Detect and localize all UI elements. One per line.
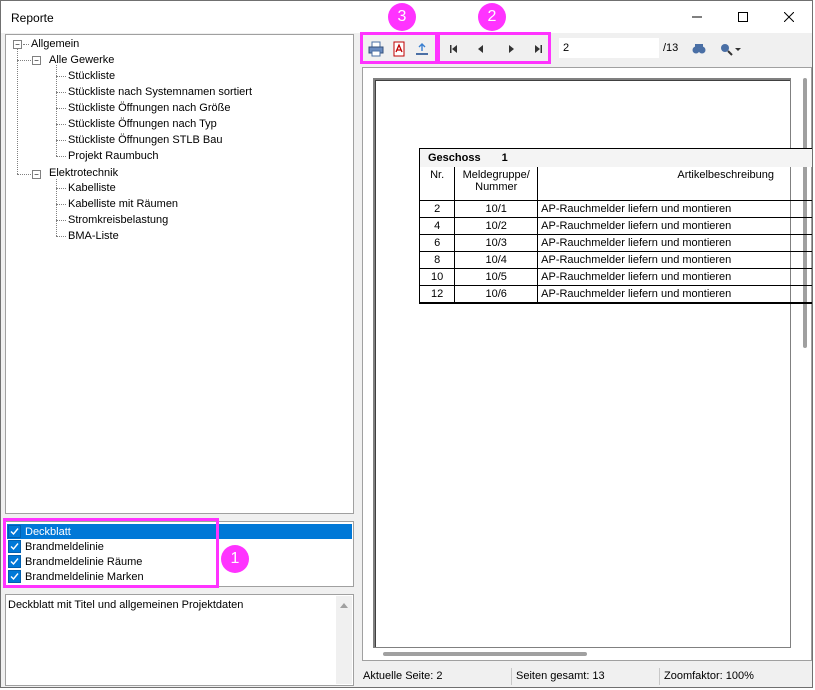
table-cell-nr: 6: [418, 234, 456, 252]
report-description: Deckblatt mit Titel und allgemeinen Proj…: [5, 594, 354, 686]
minimize-button[interactable]: [674, 1, 720, 33]
table-row: 2 10/1 AP-Rauchmelder liefern und montiere…: [418, 200, 812, 218]
tree-item-oeffnungen-stlb[interactable]: Stückliste Öffnungen STLB Bau: [68, 134, 223, 146]
tree-item-raumbuch[interactable]: Projekt Raumbuch: [68, 150, 159, 162]
table-cell-nr: 4: [418, 217, 456, 235]
status-zoom: Zoomfaktor: 100%: [659, 668, 754, 685]
chevron-down-icon: [735, 48, 741, 51]
tree-node-alle-gewerke[interactable]: Alle Gewerke: [49, 54, 114, 66]
table-row: 12 10/6 AP-Rauchmelder liefern und montier…: [418, 285, 812, 304]
report-table: Geschoss 1 Nr. Meldegruppe/ Nummer Artik…: [418, 148, 813, 304]
table-cell-art: AP-Rauchmelder liefern und montieren: [537, 251, 812, 269]
tree-item-stueckliste-systemnamen[interactable]: Stückliste nach Systemnamen sortiert: [68, 86, 252, 98]
col-meldegruppe: Meldegruppe/ Nummer: [454, 167, 539, 201]
scroll-up-icon[interactable]: [336, 598, 352, 612]
table-cell-mg: 10/5: [454, 268, 539, 286]
tree-item-oeffnungen-typ[interactable]: Stückliste Öffnungen nach Typ: [68, 118, 217, 130]
table-cell-nr: 2: [418, 200, 456, 218]
callout-3: 3: [388, 3, 416, 31]
callout-2: 2: [478, 3, 506, 31]
minimize-icon: [692, 16, 702, 18]
callout-1: 1: [221, 545, 249, 573]
collapse-icon[interactable]: −: [13, 40, 22, 49]
horizontal-scrollbar[interactable]: [365, 648, 795, 660]
geschoss-label: Geschoss: [428, 152, 481, 164]
geschoss-value: 1: [501, 152, 508, 164]
table-cell-mg: 10/2: [454, 217, 539, 235]
table-row: 4 10/2 AP-Rauchmelder liefern und montiere…: [418, 217, 812, 235]
page-number-input[interactable]: [559, 38, 659, 58]
table-row: 10 10/5 AP-Rauchmelder liefern und montier…: [418, 268, 812, 286]
tree-item-kabelliste[interactable]: Kabelliste: [68, 182, 116, 194]
report-tree[interactable]: − Allgemein − Alle Gewerke Stückliste St…: [5, 34, 354, 514]
status-current-page: Aktuelle Seite: 2: [363, 670, 443, 682]
table-cell-mg: 10/1: [454, 200, 539, 218]
search-button[interactable]: [689, 39, 709, 59]
page-total: /13: [663, 42, 679, 54]
table-row: 6 10/3 AP-Rauchmelder liefern und montiere…: [418, 234, 812, 252]
tree-item-stueckliste[interactable]: Stückliste: [68, 70, 115, 82]
table-cell-art: AP-Rauchmelder liefern und montieren: [537, 200, 812, 218]
tree-node-allgemein[interactable]: Allgemein: [31, 38, 79, 50]
status-total-pages: Seiten gesamt: 13: [511, 668, 605, 685]
description-text: Deckblatt mit Titel und allgemeinen Proj…: [8, 599, 244, 611]
table-cell-art: AP-Rauchmelder liefern und montieren: [537, 285, 812, 304]
maximize-button[interactable]: [720, 1, 766, 33]
close-icon: [784, 12, 794, 22]
highlight-box-3: [360, 32, 438, 64]
table-cell-mg: 10/4: [454, 251, 539, 269]
table-cell-nr: 8: [418, 251, 456, 269]
tree-item-bma-liste[interactable]: BMA-Liste: [68, 230, 119, 242]
close-button[interactable]: [766, 1, 812, 33]
col-nr: Nr.: [418, 167, 456, 201]
maximize-icon: [738, 12, 748, 22]
collapse-icon[interactable]: −: [32, 170, 41, 179]
scroll-thumb[interactable]: [383, 652, 587, 656]
table-header-geschoss: Geschoss 1: [419, 148, 812, 167]
status-bar: Aktuelle Seite: 2 Seiten gesamt: 13 Zoom…: [361, 665, 812, 687]
table-cell-mg: 10/3: [454, 234, 539, 252]
table-cell-art: AP-Rauchmelder liefern und montieren: [537, 217, 812, 235]
window-title: Reporte: [11, 11, 54, 25]
table-cell-art: AP-Rauchmelder liefern und montieren: [537, 268, 812, 286]
table-cell-mg: 10/6: [454, 285, 539, 304]
highlight-box-1: [3, 518, 219, 588]
table-cell-nr: 10: [418, 268, 456, 286]
collapse-icon[interactable]: −: [32, 56, 41, 65]
tree-item-stromkreisbelastung[interactable]: Stromkreisbelastung: [68, 214, 168, 226]
report-rows: 2 10/1 AP-Rauchmelder liefern und montiere…: [418, 200, 812, 304]
table-row: 8 10/4 AP-Rauchmelder liefern und montiere…: [418, 251, 812, 269]
description-scrollbar[interactable]: [336, 596, 352, 684]
table-cell-art: AP-Rauchmelder liefern und montieren: [537, 234, 812, 252]
col-artikel: Artikelbeschreibung: [677, 169, 774, 181]
tree-node-elektrotechnik[interactable]: Elektrotechnik: [49, 167, 118, 179]
table-column-headers: Nr. Meldegruppe/ Nummer Artikelbeschreib…: [418, 167, 813, 201]
zoom-icon: [721, 44, 733, 56]
tree-item-kabelliste-raeume[interactable]: Kabelliste mit Räumen: [68, 198, 178, 210]
search-icon: [692, 44, 706, 54]
zoom-dropdown-button[interactable]: [715, 39, 745, 59]
tree-item-oeffnungen-groesse[interactable]: Stückliste Öffnungen nach Größe: [68, 102, 230, 114]
table-cell-nr: 12: [418, 285, 456, 304]
highlight-box-2: [437, 32, 551, 64]
